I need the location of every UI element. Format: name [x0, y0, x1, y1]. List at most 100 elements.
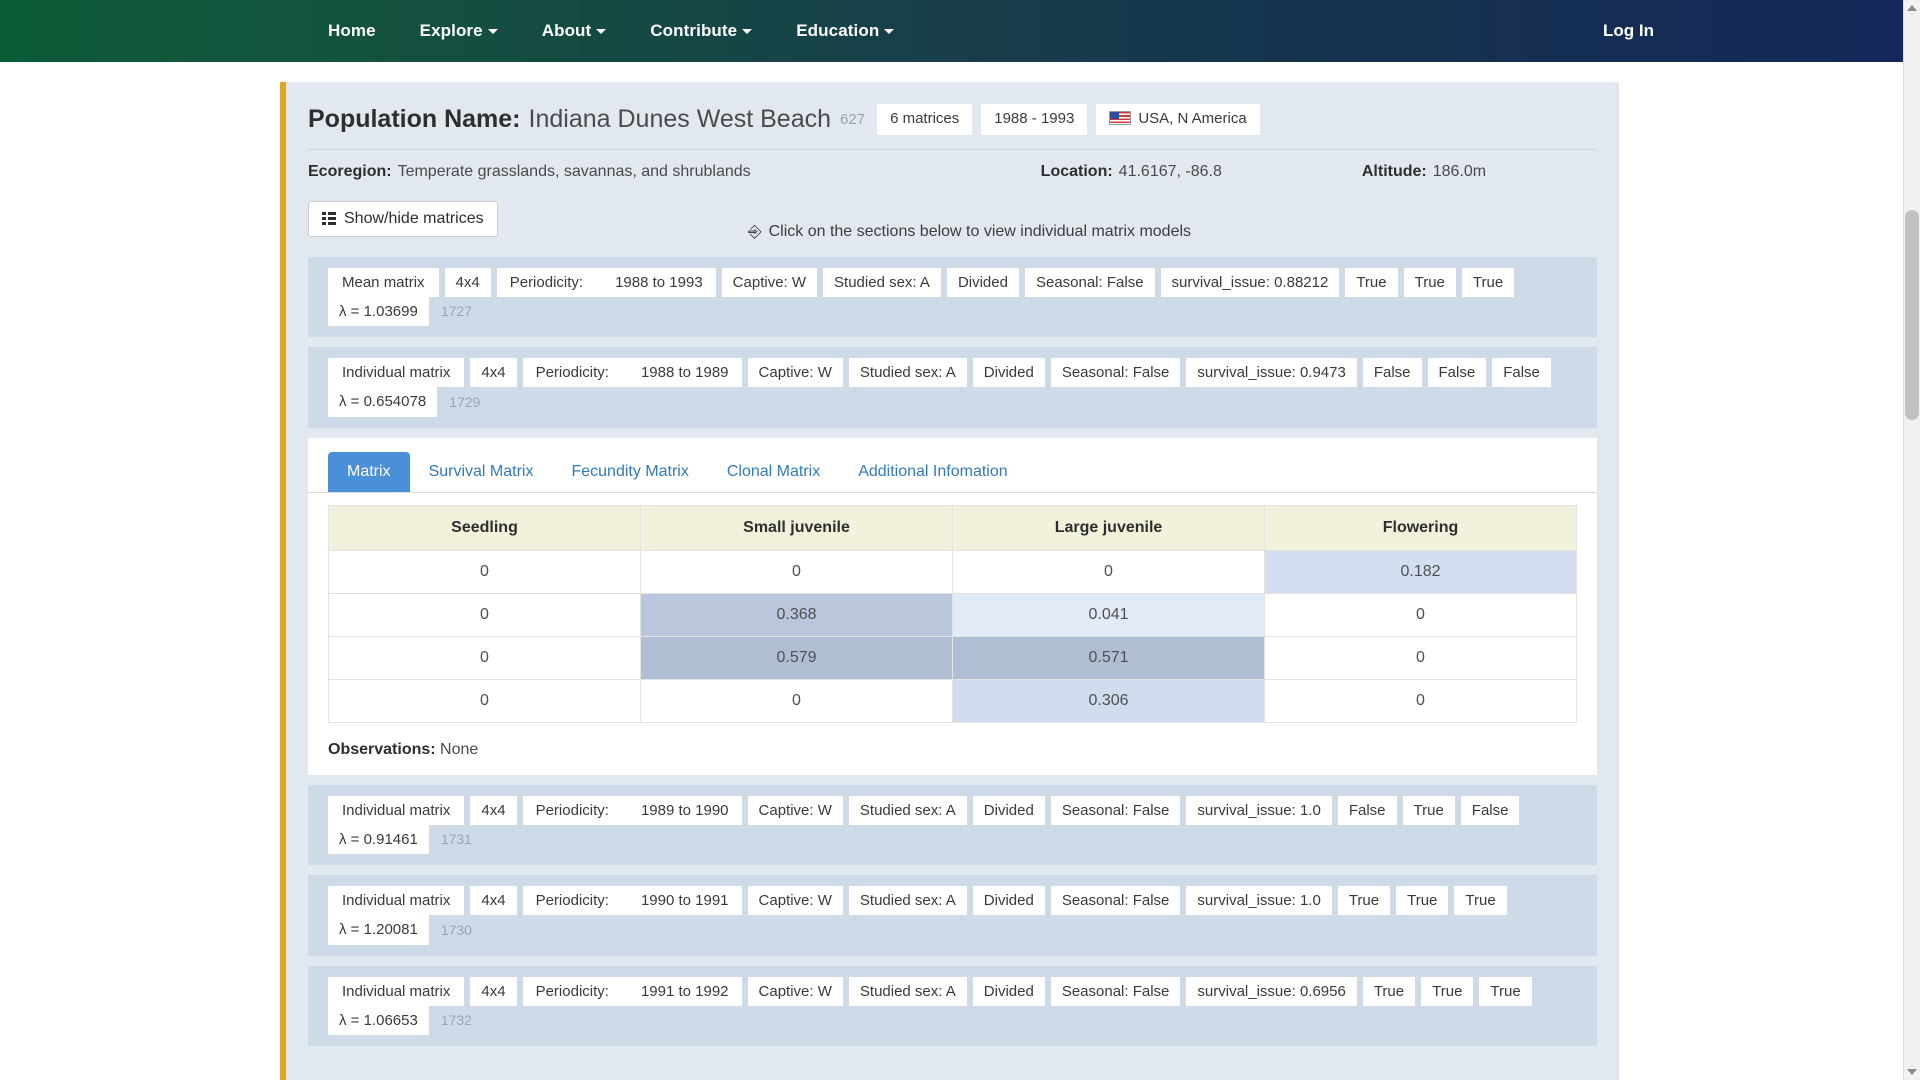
periodicity-value: 1990 to 1991 — [641, 892, 729, 909]
show-hide-matrices-button[interactable]: Show/hide matrices — [308, 201, 498, 237]
badge-country-label: USA, N America — [1138, 110, 1246, 127]
usa-flag-icon — [1109, 111, 1131, 125]
matrix-cell: 0 — [329, 550, 641, 593]
matrix-flag-3: False — [1461, 796, 1520, 825]
population-meta: Ecoregion: Temperate grasslands, savanna… — [308, 150, 1597, 195]
nav-item-home[interactable]: Home — [306, 13, 398, 49]
matrix-flag-3: True — [1462, 268, 1514, 297]
matrix-lambda: λ = 1.20081 — [328, 915, 429, 944]
top-navbar: Home Explore About Contribute Education … — [0, 0, 1920, 62]
location-label: Location: — [1041, 163, 1113, 181]
matrix-seasonal: Seasonal: False — [1051, 886, 1181, 915]
matrix-flag-3: True — [1454, 886, 1506, 915]
matrix-cell: 0 — [641, 550, 953, 593]
show-hide-matrices-label: Show/hide matrices — [344, 210, 484, 228]
periodicity-label: Periodicity: — [510, 274, 583, 291]
column-header-small-juvenile: Small juvenile — [641, 505, 953, 550]
matrix-studied-sex: Studied sex: A — [823, 268, 941, 297]
click-hint: ⎆ Click on the sections below to view in… — [748, 223, 1191, 241]
matrix-cell: 0 — [953, 550, 1265, 593]
matrix-table-body: 0 0 0 0.182 0 0.368 0.041 0 0 0.579 — [329, 550, 1577, 722]
matrix-lambda: λ = 0.91461 — [328, 825, 429, 854]
table-header-row: Seedling Small juvenile Large juvenile F… — [329, 505, 1577, 550]
matrix-seasonal: Seasonal: False — [1051, 796, 1181, 825]
matrix-flag-1: False — [1338, 796, 1397, 825]
matrix-flag-2: True — [1403, 796, 1455, 825]
nav-item-label: About — [542, 21, 592, 40]
periodicity-label: Periodicity: — [536, 802, 609, 819]
controls-row: Show/hide matrices ⎆ Click on the sectio… — [308, 195, 1597, 251]
matrix-survival-issue: survival_issue: 1.0 — [1186, 796, 1331, 825]
matrix-lambda: λ = 1.03699 — [328, 297, 429, 326]
scroll-down-icon[interactable] — [1907, 1069, 1917, 1075]
matrix-periodicity: Periodicity:1991 to 1992 — [523, 977, 742, 1006]
matrix-strip-1988-1989[interactable]: Individual matrix 4x4 Periodicity:1988 t… — [308, 347, 1597, 428]
population-id: 627 — [840, 111, 865, 128]
nav-item-education[interactable]: Education — [774, 13, 916, 49]
matrix-flag-1: True — [1363, 977, 1415, 1006]
periodicity-label: Periodicity: — [536, 892, 609, 909]
matrix-studied-sex: Studied sex: A — [849, 886, 967, 915]
matrix-strip-1989-1990[interactable]: Individual matrix 4x4 Periodicity:1989 t… — [308, 785, 1597, 866]
population-name-label: Population Name: — [308, 105, 521, 134]
matrix-type: Mean matrix — [328, 268, 439, 297]
tab-matrix[interactable]: Matrix — [328, 452, 410, 492]
matrix-lambda: λ = 1.06653 — [328, 1006, 429, 1035]
matrix-captive: Captive: W — [748, 886, 843, 915]
matrix-strip-1990-1991[interactable]: Individual matrix 4x4 Periodicity: 1990 t… — [308, 875, 1597, 956]
page-scrollbar[interactable] — [1903, 0, 1920, 1080]
badge-matrix-count: 6 matrices — [877, 104, 972, 135]
matrix-seasonal: Seasonal: False — [1051, 977, 1181, 1006]
tab-clonal-matrix[interactable]: Clonal Matrix — [708, 452, 839, 492]
matrix-flag-2: True — [1396, 886, 1448, 915]
nav-item-contribute[interactable]: Contribute — [628, 13, 774, 49]
matrix-captive: Captive: W — [748, 358, 843, 387]
matrix-cell: 0.041 — [953, 593, 1265, 636]
matrix-divided: Divided — [973, 977, 1045, 1006]
matrix-type: Individual matrix — [328, 886, 464, 915]
matrix-cell: 0 — [329, 593, 641, 636]
matrix-divided: Divided — [947, 268, 1019, 297]
nav-links: Home Explore About Contribute Education — [306, 13, 916, 49]
matrix-id: 1730 — [441, 922, 472, 938]
list-icon — [322, 212, 336, 225]
matrix-dimension: 4x4 — [470, 886, 516, 915]
matrix-strip-1991-1992[interactable]: Individual matrix 4x4 Periodicity:1991 t… — [308, 966, 1597, 1047]
tab-fecundity-matrix[interactable]: Fecundity Matrix — [552, 452, 707, 492]
chevron-down-icon — [488, 29, 498, 34]
matrix-flag-2: False — [1428, 358, 1487, 387]
observations-label: Observations: — [328, 741, 436, 758]
ecoregion-value: Temperate grasslands, savannas, and shru… — [398, 163, 751, 181]
matrix-periodicity: Periodicity:1988 to 1993 — [497, 268, 716, 297]
matrix-strip-mean[interactable]: Mean matrix 4x4 Periodicity:1988 to 1993… — [308, 257, 1597, 338]
nav-item-explore[interactable]: Explore — [398, 13, 520, 49]
chevron-down-icon — [596, 29, 606, 34]
altitude-label: Altitude: — [1362, 163, 1427, 181]
login-link[interactable]: Log In — [1603, 21, 1654, 41]
matrix-studied-sex: Studied sex: A — [849, 977, 967, 1006]
matrix-cell: 0 — [1265, 593, 1577, 636]
matrix-survival-issue: survival_issue: 0.9473 — [1186, 358, 1356, 387]
matrix-survival-issue: survival_issue: 1.0 — [1186, 886, 1331, 915]
table-row: 0 0.368 0.041 0 — [329, 593, 1577, 636]
periodicity-value: 1991 to 1992 — [641, 983, 729, 1000]
periodicity-label: Periodicity: — [536, 364, 609, 381]
matrix-dimension: 4x4 — [445, 268, 491, 297]
scrollbar-thumb[interactable] — [1905, 210, 1919, 420]
altitude-value: 186.0m — [1433, 163, 1486, 181]
scroll-up-icon[interactable] — [1907, 5, 1917, 11]
matrix-captive: Captive: W — [748, 796, 843, 825]
nav-item-label: Education — [796, 21, 879, 40]
matrix-periodicity: Periodicity: 1990 to 1991 — [523, 886, 742, 915]
matrix-type: Individual matrix — [328, 796, 464, 825]
matrix-cell: 0 — [1265, 679, 1577, 722]
badge-country: USA, N America — [1096, 104, 1259, 135]
matrix-detail-panel: Matrix Survival Matrix Fecundity Matrix … — [308, 438, 1597, 775]
nav-item-label: Contribute — [650, 21, 737, 40]
column-header-large-juvenile: Large juvenile — [953, 505, 1265, 550]
periodicity-value: 1989 to 1990 — [641, 802, 729, 819]
click-hint-label: Click on the sections below to view indi… — [769, 223, 1191, 241]
tab-survival-matrix[interactable]: Survival Matrix — [410, 452, 553, 492]
nav-item-about[interactable]: About — [520, 13, 629, 49]
tab-additional-information[interactable]: Additional Infomation — [839, 452, 1026, 492]
